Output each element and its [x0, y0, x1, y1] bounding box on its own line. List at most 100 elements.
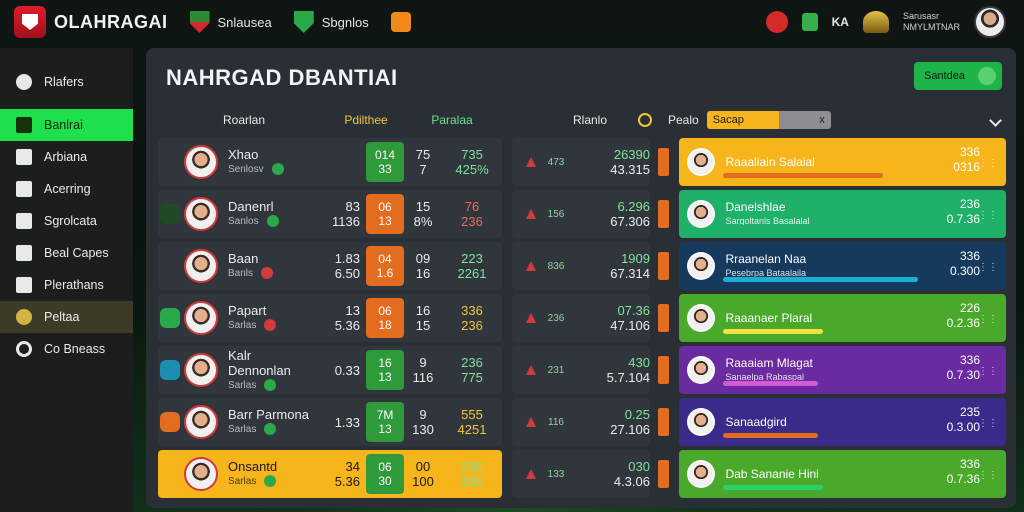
top-tab-1[interactable]: Snlausea: [189, 11, 272, 33]
stat-value: 07.36: [617, 303, 650, 318]
player-card[interactable]: Raaaliain Salaial 336 0316 ⋮⋮: [679, 138, 1006, 186]
player-card[interactable]: Rraanelan Naa Pesebrpa Bataalaila 336 0.…: [679, 242, 1006, 290]
trend-icon: [526, 365, 536, 375]
ranking-row[interactable]: 836 1909 67.314 Rraanelan Naa Pesebrpa B…: [512, 242, 1006, 290]
table-row[interactable]: Danenrl Sanlos 83 1136 06 13 15 8% 76 23…: [158, 190, 502, 238]
player-name-cell: Papart Sarlas: [228, 303, 314, 333]
calendar-icon: [16, 117, 32, 133]
table-row[interactable]: Kalr Dennonlan Sarlas 0.33 16 13 9 116 2…: [158, 346, 502, 394]
user-role: NMYLMTNAR: [902, 22, 960, 32]
clear-filter-icon[interactable]: x: [819, 111, 825, 129]
score-box[interactable]: 04 1.6: [366, 246, 404, 286]
user-info[interactable]: Sarusasr NMYLMTNAR: [903, 11, 960, 33]
stat-value: 15: [415, 318, 431, 333]
ranking-row[interactable]: 231 430 5.7.104 Raaaiam Mlagat Sanaelpa …: [512, 346, 1006, 394]
sidebar-item-label: Rlafers: [44, 75, 84, 89]
ranking-row[interactable]: 156 6.296 67.306 Danelshlae Sargoltanls …: [512, 190, 1006, 238]
card-text: Danelshlae Sargoltanls Basalalal: [725, 200, 809, 228]
score-box[interactable]: 06 13: [366, 194, 404, 234]
more-icon[interactable]: ⋮⋮: [978, 418, 998, 429]
filter-input[interactable]: Sacap x: [706, 111, 831, 129]
team-pill: [160, 256, 180, 276]
stat-value: 13: [345, 303, 360, 318]
player-card[interactable]: Sanaadgird 235 0.3.00 ⋮⋮: [679, 398, 1006, 446]
ranking-row[interactable]: 236 07.36 47.106 Raaanaer Plaral 226 0.2…: [512, 294, 1006, 342]
top-tab-3[interactable]: [390, 12, 411, 32]
primary-action-button[interactable]: Santdea: [914, 62, 1002, 90]
score-value: 18: [378, 318, 392, 332]
ranking-row[interactable]: 116 0.25 27.106 Sanaadgird 235 0.3.00 ⋮⋮: [512, 398, 1006, 446]
crest-icon: [862, 11, 889, 33]
table-row[interactable]: Baan Banls 1.83 6.50 04 1.6 09 16 223 22…: [158, 242, 502, 290]
card-stats: 235 0.3.00: [947, 405, 980, 435]
player-sub: Sarlas: [228, 424, 257, 435]
stat-value: 116: [412, 370, 434, 385]
column-header[interactable]: Rlanlo: [512, 113, 638, 127]
progress-bar: [723, 329, 824, 334]
score-value: 06: [378, 460, 392, 474]
search-icon[interactable]: [638, 113, 652, 127]
score-box[interactable]: 06 30: [366, 454, 404, 494]
stat-cell: 34 5.36: [314, 459, 360, 489]
stat-value: 336: [959, 457, 980, 471]
ranking-stats: 836 1909 67.314: [512, 242, 650, 290]
sidebar-item-label: Sgrolcata: [44, 214, 97, 228]
score-box[interactable]: 06 18: [366, 298, 404, 338]
more-icon[interactable]: ⋮⋮: [978, 262, 998, 273]
stat-value: 336: [959, 353, 980, 367]
status-dot: [264, 423, 277, 436]
card-text: Raaaiam Mlagat Sanaelpa Rabaspal: [725, 356, 812, 384]
score-box[interactable]: 014 33: [366, 142, 404, 182]
sidebar-item-6[interactable]: Beal Capes: [0, 237, 133, 269]
stat-value: 6.296: [617, 199, 650, 214]
table-row[interactable]: Onsantd Sarlas 34 5.36 06 30 00 100 230 …: [158, 450, 502, 498]
more-icon[interactable]: ⋮⋮: [978, 366, 998, 377]
avatar: [687, 408, 716, 436]
top-tab-2[interactable]: Sbgnlos: [293, 11, 369, 33]
table-row[interactable]: Xhao Senlosv 014 33 75 7 735 425%: [158, 138, 502, 186]
circle-icon: [16, 74, 32, 90]
ranking-row[interactable]: 133 030 4.3.06 Dab Sananie Hini 336 0.7.…: [512, 450, 1006, 498]
sidebar-item-2[interactable]: Banlrai: [0, 109, 133, 141]
sidebar-item-3[interactable]: Arbiana: [0, 141, 133, 173]
column-header[interactable]: Paralaa: [402, 113, 502, 127]
notification-icon[interactable]: [801, 13, 818, 31]
player-card[interactable]: Raaanaer Plaral 226 0.2.36 ⋮⋮: [679, 294, 1006, 342]
column-header[interactable]: Pealo: [668, 113, 699, 127]
progress-bar: [723, 381, 819, 386]
brand[interactable]: OLAHRAGAI: [14, 6, 168, 38]
more-icon[interactable]: ⋮⋮: [978, 314, 998, 325]
chevron-down-icon[interactable]: [989, 113, 1002, 127]
score-value: 1.6: [376, 266, 394, 280]
player-card[interactable]: Dab Sananie Hini 336 0.7.36 ⋮⋮: [679, 450, 1006, 498]
stat-value: 735: [461, 147, 483, 162]
more-icon[interactable]: ⋮⋮: [978, 158, 998, 169]
sidebar-item-7[interactable]: Plerathans: [0, 269, 133, 301]
stat-cell: 75 7: [404, 147, 442, 177]
stat-cell: 07.36 47.106: [576, 303, 650, 333]
sidebar-item-5[interactable]: Sgrolcata: [0, 205, 133, 237]
main-panel: NAHRGAD DBANTIAI Santdea Roarlan Pdilthe…: [146, 48, 1016, 508]
ranking-stats: 156 6.296 67.306: [512, 190, 650, 238]
player-name-cell: Onsantd Sarlas: [228, 459, 314, 489]
sidebar-item-9[interactable]: Co Bneass: [0, 333, 133, 365]
player-card[interactable]: Danelshlae Sargoltanls Basalalal 236 0.7…: [679, 190, 1006, 238]
sidebar-item-4[interactable]: Acerring: [0, 173, 133, 205]
score-box[interactable]: 7M 13: [366, 402, 404, 442]
avatar[interactable]: [974, 6, 1006, 38]
score-value: 06: [378, 304, 392, 318]
sidebar-item-1[interactable]: Rlafers: [0, 66, 133, 98]
more-icon[interactable]: ⋮⋮: [978, 210, 998, 221]
player-card[interactable]: Raaaiam Mlagat Sanaelpa Rabaspal 336 0.7…: [679, 346, 1006, 394]
card-stats: 336 0.7.36: [947, 457, 980, 487]
score-box[interactable]: 16 13: [366, 350, 404, 390]
column-header[interactable]: Pdilthee: [330, 113, 402, 127]
alert-icon[interactable]: [765, 11, 788, 33]
sidebar-item-8[interactable]: Peltaa: [0, 301, 133, 333]
column-header[interactable]: Roarlan: [158, 113, 330, 127]
status-dot: [264, 319, 277, 332]
ranking-row[interactable]: 473 26390 43.315 Raaaliain Salaial 336 0…: [512, 138, 1006, 186]
table-row[interactable]: Barr Parmona Sarlas 1.33 7M 13 9 130 555…: [158, 398, 502, 446]
table-row[interactable]: Papart Sarlas 13 5.36 06 18 16 15 336 23…: [158, 294, 502, 342]
more-icon[interactable]: ⋮⋮: [978, 470, 998, 481]
